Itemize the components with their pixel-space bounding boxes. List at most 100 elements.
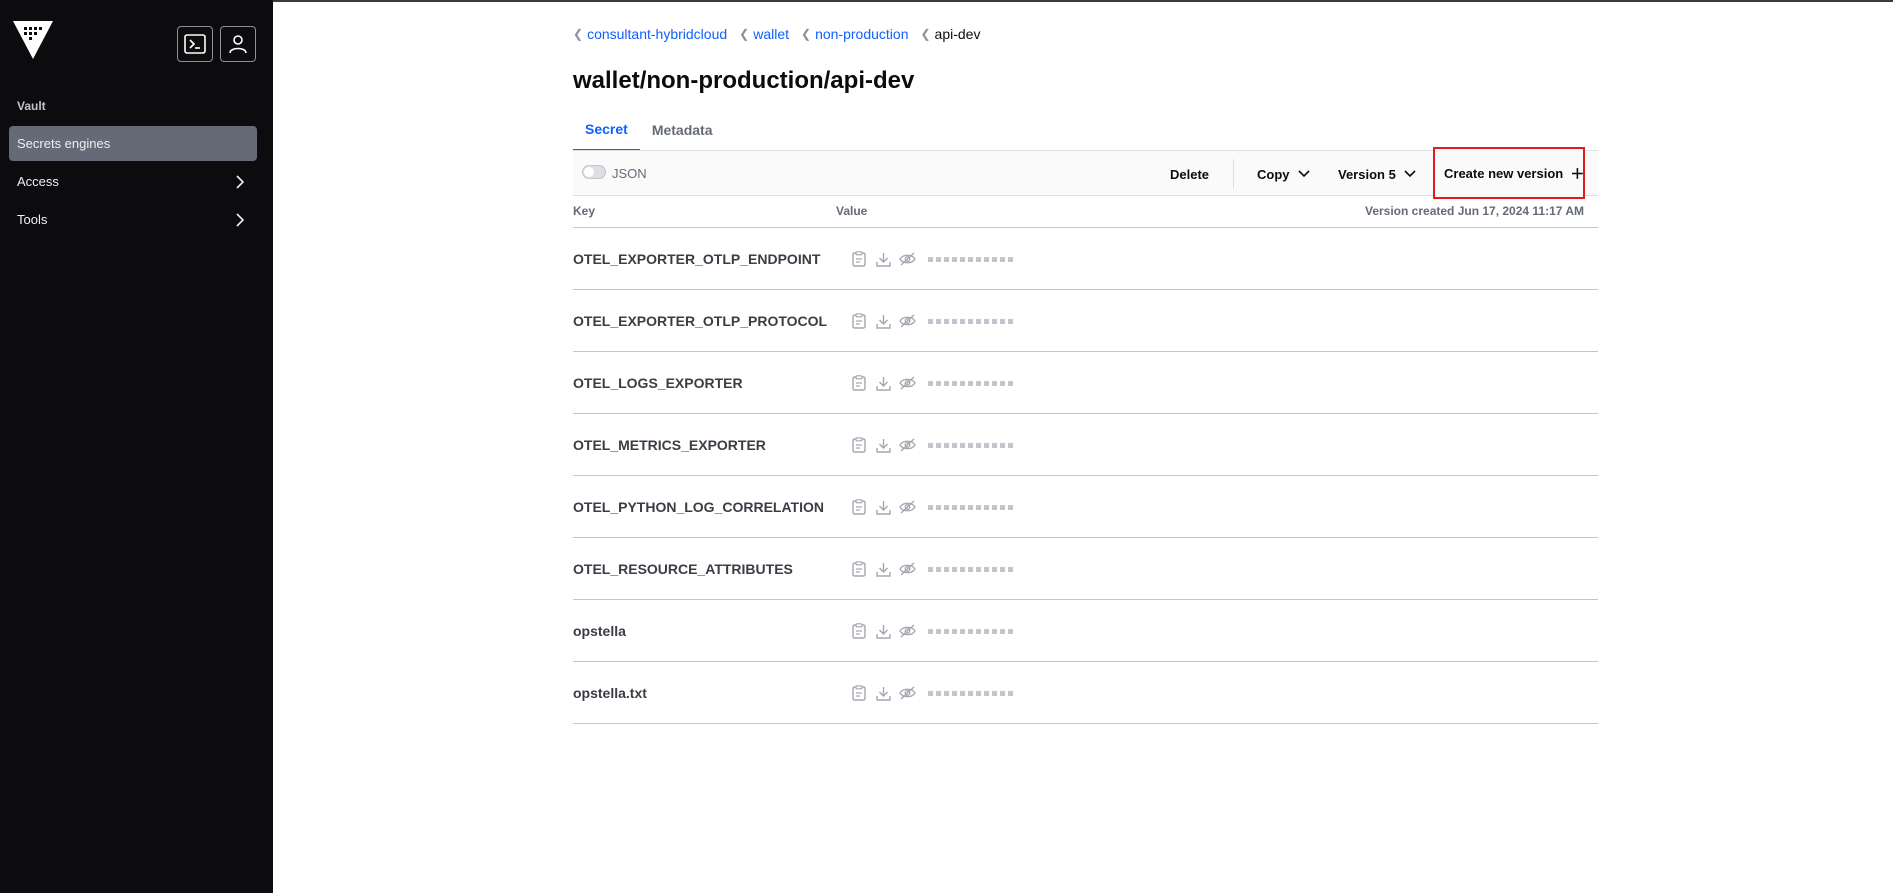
chevron-down-icon — [1297, 170, 1310, 178]
download-value-button[interactable] — [874, 622, 892, 640]
secret-key: OTEL_EXPORTER_OTLP_ENDPOINT — [573, 251, 821, 267]
breadcrumb-current: api-dev — [934, 26, 981, 42]
breadcrumb-link-wallet[interactable]: wallet — [753, 26, 789, 42]
masked-value — [928, 437, 1013, 448]
copy-value-button[interactable] — [850, 622, 868, 640]
secret-rows: OTEL_EXPORTER_OTLP_ENDPOINT OTEL_EXPORTE… — [573, 227, 1598, 724]
page-title: wallet/non-production/api-dev — [573, 67, 915, 94]
reveal-value-button[interactable] — [898, 560, 916, 578]
reveal-value-button[interactable] — [898, 436, 916, 454]
chevron-right-icon — [236, 213, 245, 227]
download-icon — [875, 562, 891, 577]
masked-value — [928, 313, 1013, 324]
toggle-knob — [584, 167, 594, 177]
download-value-button[interactable] — [874, 436, 892, 454]
vault-logo-icon[interactable] — [12, 20, 54, 60]
copy-value-button[interactable] — [850, 312, 868, 330]
clipboard-icon — [852, 623, 866, 639]
eye-off-icon — [898, 500, 916, 514]
masked-value — [928, 251, 1013, 262]
download-value-button[interactable] — [874, 684, 892, 702]
masked-value — [928, 623, 1013, 634]
console-button[interactable] — [177, 26, 213, 62]
download-value-button[interactable] — [874, 250, 892, 268]
column-header-value: Value — [836, 204, 868, 218]
reveal-value-button[interactable] — [898, 622, 916, 640]
eye-off-icon — [898, 624, 916, 638]
eye-off-icon — [898, 252, 916, 266]
version-button-label: Version 5 — [1338, 166, 1396, 182]
row-actions — [850, 560, 916, 578]
download-icon — [875, 376, 891, 391]
clipboard-icon — [852, 685, 866, 701]
row-actions — [850, 374, 916, 392]
tab-secret[interactable]: Secret — [573, 108, 640, 151]
breadcrumb-item: ❮ non-production — [801, 26, 908, 42]
eye-off-icon — [898, 562, 916, 576]
breadcrumb-link-consultant-hybridcloud[interactable]: consultant-hybridcloud — [587, 26, 727, 42]
chevron-left-icon: ❮ — [739, 27, 750, 41]
copy-value-button[interactable] — [850, 560, 868, 578]
clipboard-icon — [852, 375, 866, 391]
copy-button-label: Copy — [1257, 166, 1290, 182]
json-toggle[interactable] — [582, 165, 606, 179]
tab-metadata[interactable]: Metadata — [640, 108, 725, 151]
secret-key: opstella — [573, 623, 626, 639]
download-value-button[interactable] — [874, 312, 892, 330]
sidebar-item-secrets-engines[interactable]: Secrets engines — [9, 126, 257, 161]
breadcrumb-item: ❮ api-dev — [920, 26, 980, 42]
reveal-value-button[interactable] — [898, 374, 916, 392]
download-icon — [875, 252, 891, 267]
table-row: opstella — [573, 600, 1598, 662]
row-actions — [850, 312, 916, 330]
version-dropdown-button[interactable]: Version 5 — [1338, 159, 1416, 189]
sidebar-item-tools[interactable]: Tools — [9, 202, 257, 237]
delete-button-label: Delete — [1170, 166, 1210, 182]
download-icon — [875, 686, 891, 701]
sidebar-heading: Vault — [17, 99, 46, 113]
download-value-button[interactable] — [874, 560, 892, 578]
download-icon — [875, 624, 891, 639]
sidebar-item-access[interactable]: Access — [9, 164, 257, 199]
secret-key: OTEL_METRICS_EXPORTER — [573, 437, 766, 453]
chevron-down-icon — [1404, 170, 1416, 178]
table-row: OTEL_LOGS_EXPORTER — [573, 352, 1598, 414]
copy-value-button[interactable] — [850, 374, 868, 392]
clipboard-icon — [852, 437, 866, 453]
clipboard-icon — [852, 313, 866, 329]
reveal-value-button[interactable] — [898, 312, 916, 330]
chevron-left-icon: ❮ — [920, 27, 931, 41]
reveal-value-button[interactable] — [898, 498, 916, 516]
table-row: OTEL_PYTHON_LOG_CORRELATION — [573, 476, 1598, 538]
delete-button[interactable]: Delete — [1170, 159, 1209, 189]
masked-value — [928, 375, 1013, 386]
row-actions — [850, 436, 916, 454]
create-new-version-label: Create new version — [1444, 165, 1564, 181]
sidebar: Vault Secrets engines Access Tools — [0, 0, 273, 893]
download-value-button[interactable] — [874, 498, 892, 516]
download-icon — [875, 438, 891, 453]
clipboard-icon — [852, 499, 866, 515]
chevron-left-icon: ❮ — [573, 27, 584, 41]
terminal-icon — [184, 34, 206, 54]
user-icon — [229, 35, 247, 54]
create-new-version-button[interactable]: Create new version — [1433, 147, 1585, 199]
chevron-right-icon — [236, 175, 245, 189]
row-actions — [850, 498, 916, 516]
user-menu-button[interactable] — [220, 26, 256, 62]
secret-key: OTEL_LOGS_EXPORTER — [573, 375, 743, 391]
sidebar-item-label: Secrets engines — [17, 136, 111, 151]
reveal-value-button[interactable] — [898, 684, 916, 702]
breadcrumb-link-non-production[interactable]: non-production — [815, 26, 908, 42]
copy-dropdown-button[interactable]: Copy — [1257, 159, 1310, 189]
download-value-button[interactable] — [874, 374, 892, 392]
copy-value-button[interactable] — [850, 436, 868, 454]
copy-value-button[interactable] — [850, 684, 868, 702]
copy-value-button[interactable] — [850, 498, 868, 516]
sidebar-item-label: Access — [17, 174, 59, 189]
copy-value-button[interactable] — [850, 250, 868, 268]
table-row: OTEL_EXPORTER_OTLP_ENDPOINT — [573, 228, 1598, 290]
table-row: OTEL_METRICS_EXPORTER — [573, 414, 1598, 476]
reveal-value-button[interactable] — [898, 250, 916, 268]
masked-value — [928, 499, 1013, 510]
